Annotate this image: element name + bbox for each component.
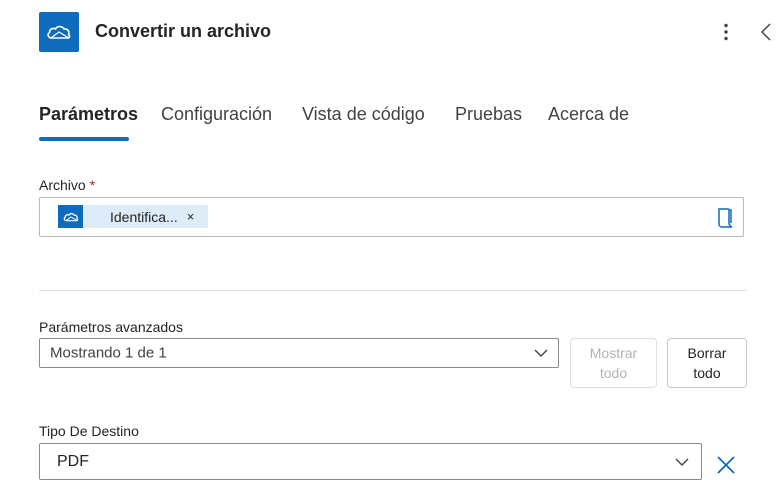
- more-options-button[interactable]: [716, 20, 736, 44]
- onedrive-cloud-icon: [63, 212, 78, 221]
- tab-parametros[interactable]: Parámetros: [39, 104, 138, 125]
- app-icon: [39, 12, 79, 52]
- close-icon: [717, 456, 735, 474]
- more-vertical-icon: [724, 23, 728, 41]
- required-marker: *: [89, 177, 96, 193]
- file-token-label: Identifica...: [110, 208, 178, 225]
- file-picker-button[interactable]: [716, 207, 734, 229]
- advanced-params-dropdown[interactable]: Mostrando 1 de 1: [39, 338, 559, 368]
- chevron-down-icon: [675, 458, 689, 466]
- tab-configuracion[interactable]: Configuración: [161, 104, 272, 125]
- clear-all-label: Borrar todo: [687, 345, 727, 381]
- tab-vista-de-codigo[interactable]: Vista de código: [302, 104, 425, 125]
- clear-all-button[interactable]: Borrar todo: [667, 338, 747, 388]
- tab-pruebas[interactable]: Pruebas: [455, 104, 522, 125]
- file-picker-icon: [718, 208, 733, 228]
- chevron-left-icon: [760, 23, 771, 41]
- show-all-label: Mostrar todo: [589, 345, 638, 381]
- section-divider: [39, 290, 747, 291]
- destination-type-dropdown[interactable]: PDF: [39, 443, 702, 480]
- archivo-label: Archivo *: [39, 177, 95, 193]
- advanced-params-label: Parámetros avanzados: [39, 319, 183, 335]
- remove-parameter-button[interactable]: [716, 455, 736, 475]
- chevron-down-icon: [534, 349, 548, 357]
- active-tab-indicator: [39, 137, 129, 141]
- onedrive-cloud-icon: [47, 25, 71, 39]
- destination-type-selected: PDF: [57, 452, 89, 470]
- advanced-params-selected: Mostrando 1 de 1: [50, 344, 167, 362]
- page-title: Convertir un archivo: [95, 21, 272, 41]
- file-token[interactable]: Identifica... ×: [58, 205, 208, 228]
- archivo-label-text: Archivo: [39, 177, 86, 193]
- tab-acerca-de[interactable]: Acerca de: [548, 104, 629, 125]
- show-all-button[interactable]: Mostrar todo: [570, 338, 657, 388]
- token-icon-box: [58, 205, 83, 228]
- destination-type-label: Tipo De Destino: [39, 423, 139, 439]
- collapse-panel-button[interactable]: [756, 20, 776, 44]
- remove-token-button[interactable]: ×: [187, 209, 195, 224]
